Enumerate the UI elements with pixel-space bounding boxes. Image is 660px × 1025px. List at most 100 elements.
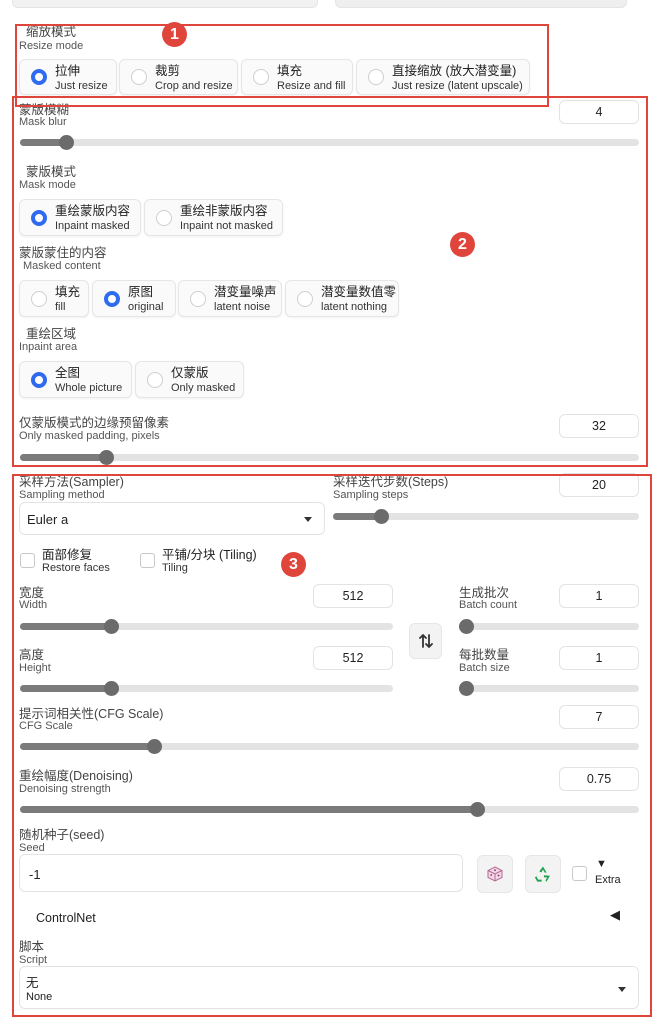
reuse-seed-button[interactable] <box>525 855 561 893</box>
extra-checkbox[interactable] <box>572 866 587 881</box>
mask-blur-slider[interactable] <box>20 135 639 150</box>
seed-label-zh: 随机种子(seed) <box>19 828 105 842</box>
height-label-en: Height <box>19 662 51 674</box>
inpaint-area-label-zh: 重绘区域 <box>26 327 77 341</box>
slider-thumb[interactable] <box>459 619 474 634</box>
option-label-en: Just resize (latent upscale) <box>392 80 523 92</box>
radio-indicator <box>147 371 163 388</box>
radio-just-resize-latent[interactable]: 直接缩放 (放大潜变量) Just resize (latent upscale… <box>356 59 530 95</box>
slider-fill <box>20 623 112 630</box>
radio-inpaint-masked[interactable]: 重绘蒙版内容 Inpaint masked <box>19 199 141 236</box>
cfg-scale-slider[interactable] <box>20 739 639 754</box>
padding-number-input[interactable]: 32 <box>559 414 639 438</box>
mask-mode-label-en: Mask mode <box>19 179 76 191</box>
radio-inpaint-not-masked[interactable]: 重绘非蒙版内容 Inpaint not masked <box>144 199 283 236</box>
cfg-scale-number-input[interactable]: 7 <box>559 705 639 729</box>
width-label-en: Width <box>19 599 48 611</box>
width-slider[interactable] <box>20 619 393 634</box>
sampler-label-zh: 采样方法(Sampler) <box>19 475 124 489</box>
sampler-select[interactable]: Euler a <box>19 502 325 535</box>
chevron-down-icon <box>618 987 626 992</box>
slider-thumb[interactable] <box>104 619 120 634</box>
radio-just-resize[interactable]: 拉伸 Just resize <box>19 59 117 95</box>
radio-crop-and-resize[interactable]: 裁剪 Crop and resize <box>119 59 238 95</box>
width-number-input[interactable]: 512 <box>313 584 393 608</box>
tiling-checkbox[interactable] <box>140 553 155 568</box>
height-label-zh: 高度 <box>19 648 45 662</box>
inpaint-area-label-en: Inpaint area <box>19 341 78 353</box>
radio-indicator <box>368 69 384 85</box>
radio-indicator-selected <box>104 290 120 307</box>
denoising-label-en: Denoising strength <box>19 783 111 795</box>
option-label-en: fill <box>55 301 66 313</box>
radio-latent-nothing[interactable]: 潜变量数值零 latent nothing <box>285 280 399 317</box>
radio-original[interactable]: 原图 original <box>92 280 176 317</box>
mask-blur-number-input[interactable]: 4 <box>559 100 639 124</box>
radio-whole-picture[interactable]: 全图 Whole picture <box>19 361 132 398</box>
option-label-zh: 潜变量数值零 <box>321 285 397 299</box>
radio-indicator-selected <box>31 69 47 85</box>
radio-resize-and-fill[interactable]: 填充 Resize and fill <box>241 59 353 95</box>
collapse-arrow-icon[interactable]: ◀ <box>610 907 620 923</box>
radio-indicator <box>131 69 147 85</box>
batch-size-slider[interactable] <box>459 681 639 696</box>
extra-label: Extra <box>595 874 621 886</box>
random-seed-button[interactable] <box>477 855 513 893</box>
slider-fill <box>20 743 155 750</box>
option-label-en: Inpaint not masked <box>180 220 273 232</box>
option-label-zh: 全图 <box>55 366 81 380</box>
steps-label-en: Sampling steps <box>333 489 409 501</box>
controlnet-accordion-label[interactable]: ControlNet <box>36 911 96 925</box>
batch-size-number-input[interactable]: 1 <box>559 646 639 670</box>
padding-slider[interactable] <box>20 450 639 465</box>
radio-only-masked[interactable]: 仅蒙版 Only masked <box>135 361 244 398</box>
steps-number-input[interactable]: 20 <box>559 473 639 497</box>
seed-value: -1 <box>29 867 41 882</box>
slider-thumb[interactable] <box>98 450 114 465</box>
option-label-zh: 重绘蒙版内容 <box>55 204 131 218</box>
swap-dimensions-button[interactable] <box>409 623 442 659</box>
slider-thumb[interactable] <box>104 681 120 696</box>
denoising-number-input[interactable]: 0.75 <box>559 767 639 791</box>
dice-icon <box>487 866 503 882</box>
batch-count-slider[interactable] <box>459 619 639 634</box>
height-number-input[interactable]: 512 <box>313 646 393 670</box>
slider-thumb[interactable] <box>58 135 74 150</box>
option-label-en: Resize and fill <box>277 80 346 92</box>
option-label-zh: 拉伸 <box>55 64 81 78</box>
padding-label-en: Only masked padding, pixels <box>19 430 160 442</box>
top-panel-left-edge <box>12 0 318 8</box>
seed-label-en: Seed <box>19 842 45 854</box>
option-label-en: Whole picture <box>55 382 123 394</box>
padding-label-zh: 仅蒙版模式的边缘预留像素 <box>19 416 170 430</box>
script-value-en: None <box>26 991 53 1003</box>
radio-latent-noise[interactable]: 潜变量噪声 latent noise <box>178 280 282 317</box>
option-label-en: latent nothing <box>321 301 388 313</box>
slider-thumb[interactable] <box>459 681 474 696</box>
seed-input[interactable]: -1 <box>19 854 463 892</box>
restore-faces-checkbox[interactable] <box>20 553 35 568</box>
option-label-en: Crop and resize <box>155 80 233 92</box>
batch-size-label-en: Batch size <box>459 662 510 674</box>
denoising-slider[interactable] <box>20 802 639 817</box>
radio-fill[interactable]: 填充 fill <box>19 280 89 317</box>
masked-content-label-en: Masked content <box>23 260 101 272</box>
script-label-zh: 脚本 <box>19 940 45 954</box>
steps-slider[interactable] <box>333 509 639 524</box>
option-label-zh: 潜变量噪声 <box>214 285 277 299</box>
slider-thumb[interactable] <box>469 802 485 817</box>
batch-count-number-input[interactable]: 1 <box>559 584 639 608</box>
slider-thumb[interactable] <box>373 509 389 524</box>
restore-faces-label-en: Restore faces <box>42 562 110 574</box>
script-select[interactable]: 无 None <box>19 966 639 1009</box>
radio-indicator-selected <box>31 371 47 388</box>
batch-size-label-zh: 每批数量 <box>459 648 510 662</box>
mask-mode-label-zh: 蒙版模式 <box>26 165 77 179</box>
steps-label-zh: 采样迭代步数(Steps) <box>333 475 449 489</box>
option-label-en: Inpaint masked <box>55 220 130 232</box>
annotation-badge-3: 3 <box>281 552 306 577</box>
slider-thumb[interactable] <box>146 739 162 754</box>
height-slider[interactable] <box>20 681 393 696</box>
radio-indicator <box>156 209 172 226</box>
option-label-en: latent noise <box>214 301 271 313</box>
